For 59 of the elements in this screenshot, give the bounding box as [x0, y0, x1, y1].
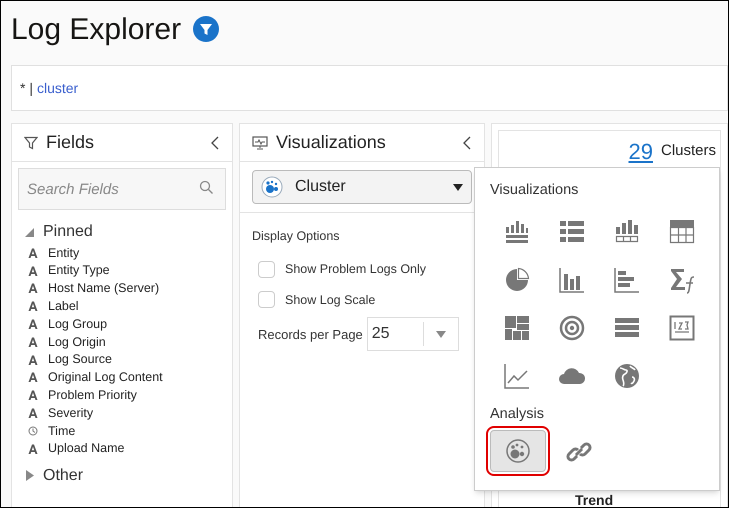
number-tile-icon	[667, 312, 697, 343]
text-type-icon	[28, 372, 38, 382]
field-item[interactable]: Log Group	[48, 314, 108, 334]
clock-icon	[28, 426, 38, 436]
query-field[interactable]: * | cluster	[11, 65, 728, 111]
cluster-icon	[261, 176, 283, 198]
caret-icon	[436, 330, 446, 338]
dropdown-value: Cluster	[295, 177, 346, 197]
field-item[interactable]: Log Origin	[48, 332, 106, 352]
text-type-icon	[28, 301, 38, 312]
menu-section-heading: Visualizations	[490, 181, 578, 200]
query-prefix: * |	[20, 78, 33, 98]
text-type-icon	[28, 390, 38, 400]
expand-triangle-icon[interactable]	[24, 470, 35, 482]
text-type-icon	[28, 408, 38, 418]
search-field[interactable]: Search Fields	[18, 168, 226, 210]
monitor-icon	[252, 136, 268, 150]
field-label: Records per Page	[258, 326, 363, 344]
field-item[interactable]: Host Name (Server)	[48, 279, 160, 298]
checkbox-label: Show Log Scale	[285, 292, 376, 309]
field-item[interactable]: Upload Name	[48, 439, 124, 458]
text-type-icon	[28, 444, 38, 454]
text-type-icon	[28, 354, 38, 365]
text-type-icon	[28, 248, 38, 258]
text-type-icon	[28, 319, 38, 330]
text-type-icon	[28, 266, 38, 276]
field-item[interactable]: Label	[48, 296, 79, 316]
field-item[interactable]: Original Log Content	[48, 368, 163, 387]
checkbox[interactable]	[258, 260, 275, 278]
group-label[interactable]: Pinned	[43, 220, 93, 244]
field-item[interactable]: Severity	[48, 404, 94, 422]
visualization-dropdown[interactable]: Cluster	[252, 170, 472, 204]
query-command: cluster	[36, 78, 78, 98]
collapse-triangle-icon[interactable]	[24, 226, 35, 238]
panel-title: Visualizations	[276, 131, 386, 154]
filter-icon[interactable]	[193, 16, 220, 42]
collapse-icon[interactable]	[210, 136, 220, 150]
collapse-icon[interactable]	[462, 136, 472, 150]
field-item[interactable]: Log Source	[48, 350, 112, 370]
group-label[interactable]: Other	[43, 464, 84, 488]
caret-icon	[453, 184, 463, 190]
text-type-icon	[28, 336, 38, 347]
field-item[interactable]: Entity Type	[48, 261, 110, 280]
field-item[interactable]: Problem Priority	[48, 386, 137, 405]
panel-title: Fields	[46, 131, 94, 154]
checkbox-label: Show Problem Logs Only	[285, 260, 426, 278]
column-header: Trend	[575, 492, 614, 507]
field-item[interactable]: Entity	[48, 244, 80, 262]
section-heading: Display Options	[252, 228, 341, 245]
checkbox[interactable]	[258, 291, 275, 308]
search-icon[interactable]	[199, 180, 214, 195]
menu-section-heading: Analysis	[490, 404, 544, 424]
field-item[interactable]: Time	[48, 422, 76, 440]
filter-icon	[24, 136, 38, 150]
records-per-page-select[interactable]: 25	[366, 317, 459, 352]
count-label: Clusters	[660, 140, 716, 161]
page-title: Log Explorer	[11, 12, 182, 48]
text-type-icon	[28, 283, 38, 294]
cluster-count-link[interactable]: 29	[628, 134, 653, 168]
